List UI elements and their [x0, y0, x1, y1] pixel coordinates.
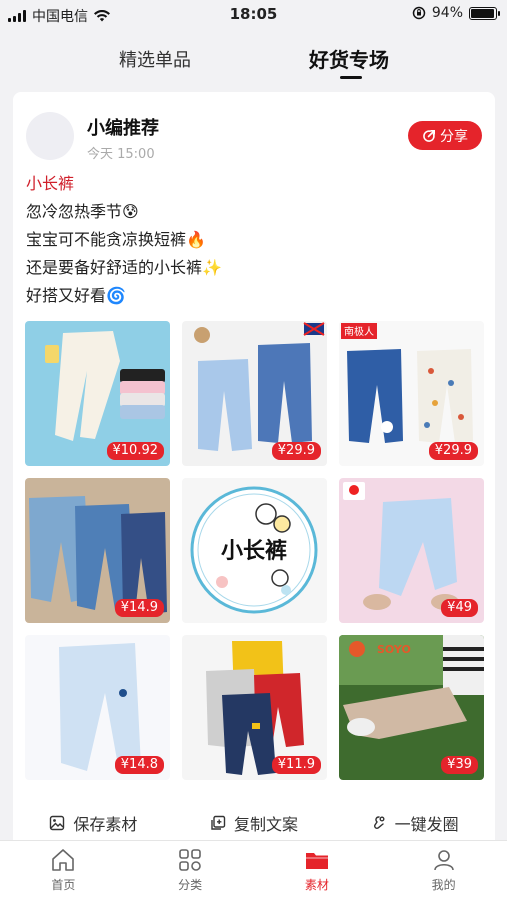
price-tag: ¥11.9 [271, 756, 321, 774]
product-image[interactable]: ¥14.9 [25, 478, 170, 623]
post-to-moments-button[interactable]: 一键发圈 [371, 808, 459, 838]
image-save-icon [50, 815, 65, 831]
post-line: 忽冷忽热季节😰 [26, 202, 139, 221]
product-image[interactable]: SOYO ¥39 [339, 635, 484, 780]
product-image[interactable]: 南极人 ¥29.9 [339, 321, 484, 466]
badge-text: 小长裤 [221, 538, 287, 564]
nav-home-label: 首页 [51, 878, 76, 892]
post-content: 小长裤 忽冷忽热季节😰 宝宝可不能贪凉换短裤🔥 还是要备好舒适的小长裤✨ 好搭又… [26, 170, 222, 310]
tab-good-deals[interactable]: 好货专场 [309, 44, 389, 73]
post-line: 还是要备好舒适的小长裤✨ [26, 258, 222, 277]
battery-percent: 94% [431, 5, 463, 21]
product-image[interactable]: ¥11.9 [182, 635, 327, 780]
product-image-grid: ¥10.92 ¥29.9 南极人 ¥29.9 ¥14.9 小长裤 ¥49 ¥14… [25, 321, 484, 780]
active-tab-indicator [340, 76, 362, 79]
promo-badge-image[interactable]: 小长裤 [182, 478, 327, 623]
price-tag: ¥49 [441, 599, 478, 617]
price-tag: ¥14.9 [114, 599, 164, 617]
post-card: 小编推荐 今天 15:00 分享 小长裤 忽冷忽热季节😰 宝宝可不能贪凉换短裤🔥… [13, 92, 495, 852]
nav-profile-label: 我的 [431, 878, 456, 892]
copy-text-label: 复制文案 [233, 815, 298, 834]
share-label: 分享 [440, 128, 468, 145]
product-image[interactable]: ¥14.8 [25, 635, 170, 780]
product-image[interactable]: ¥10.92 [25, 321, 170, 466]
nav-home[interactable]: 首页 [0, 841, 127, 900]
nav-material[interactable]: 素材 [254, 841, 381, 900]
post-line: 好搭又好看🌀 [26, 286, 126, 305]
folder-icon [305, 853, 328, 869]
save-material-label: 保存素材 [73, 815, 138, 834]
nav-category-label: 分类 [178, 878, 203, 892]
nav-category[interactable]: 分类 [127, 841, 254, 900]
copy-icon [211, 815, 226, 830]
price-tag: ¥10.92 [106, 442, 164, 460]
person-icon [433, 850, 454, 871]
price-tag: ¥29.9 [428, 442, 478, 460]
post-to-moments-label: 一键发圈 [394, 815, 459, 834]
post-line: 宝宝可不能贪凉换短裤🔥 [26, 230, 206, 249]
avatar[interactable] [26, 112, 74, 160]
status-right: 94% [412, 5, 500, 21]
brand-label: 南极人 [344, 325, 374, 338]
top-tabs: 精选单品 好货专场 [0, 28, 507, 84]
battery-icon [469, 6, 500, 20]
topic-badge: 小长裤 [190, 486, 318, 614]
brand-label: SOYO [377, 643, 411, 656]
status-bar: 中国电信 18:05 94% [0, 0, 507, 28]
save-material-button[interactable]: 保存素材 [49, 808, 137, 838]
share-button[interactable]: 分享 [408, 121, 482, 150]
tab-featured-items[interactable]: 精选单品 [119, 46, 191, 72]
product-image[interactable]: ¥29.9 [182, 321, 327, 466]
share-moments-icon [373, 816, 385, 829]
bottom-nav: 首页 分类 素材 我的 [0, 840, 507, 900]
post-topic[interactable]: 小长裤 [26, 170, 222, 198]
copy-text-button[interactable]: 复制文案 [210, 808, 298, 838]
rotation-lock-icon [412, 6, 426, 20]
home-icon [52, 849, 75, 871]
nav-profile[interactable]: 我的 [380, 841, 507, 900]
price-tag: ¥14.8 [114, 756, 164, 774]
price-tag: ¥39 [441, 756, 478, 774]
author-name: 小编推荐 [87, 118, 159, 139]
share-icon [423, 129, 435, 142]
product-image[interactable]: ¥49 [339, 478, 484, 623]
post-actions: 保存素材 复制文案 一键发圈 [13, 808, 495, 838]
grid-icon [179, 849, 201, 871]
price-tag: ¥29.9 [271, 442, 321, 460]
nav-material-label: 素材 [304, 878, 329, 892]
post-time: 今天 15:00 [87, 147, 155, 162]
